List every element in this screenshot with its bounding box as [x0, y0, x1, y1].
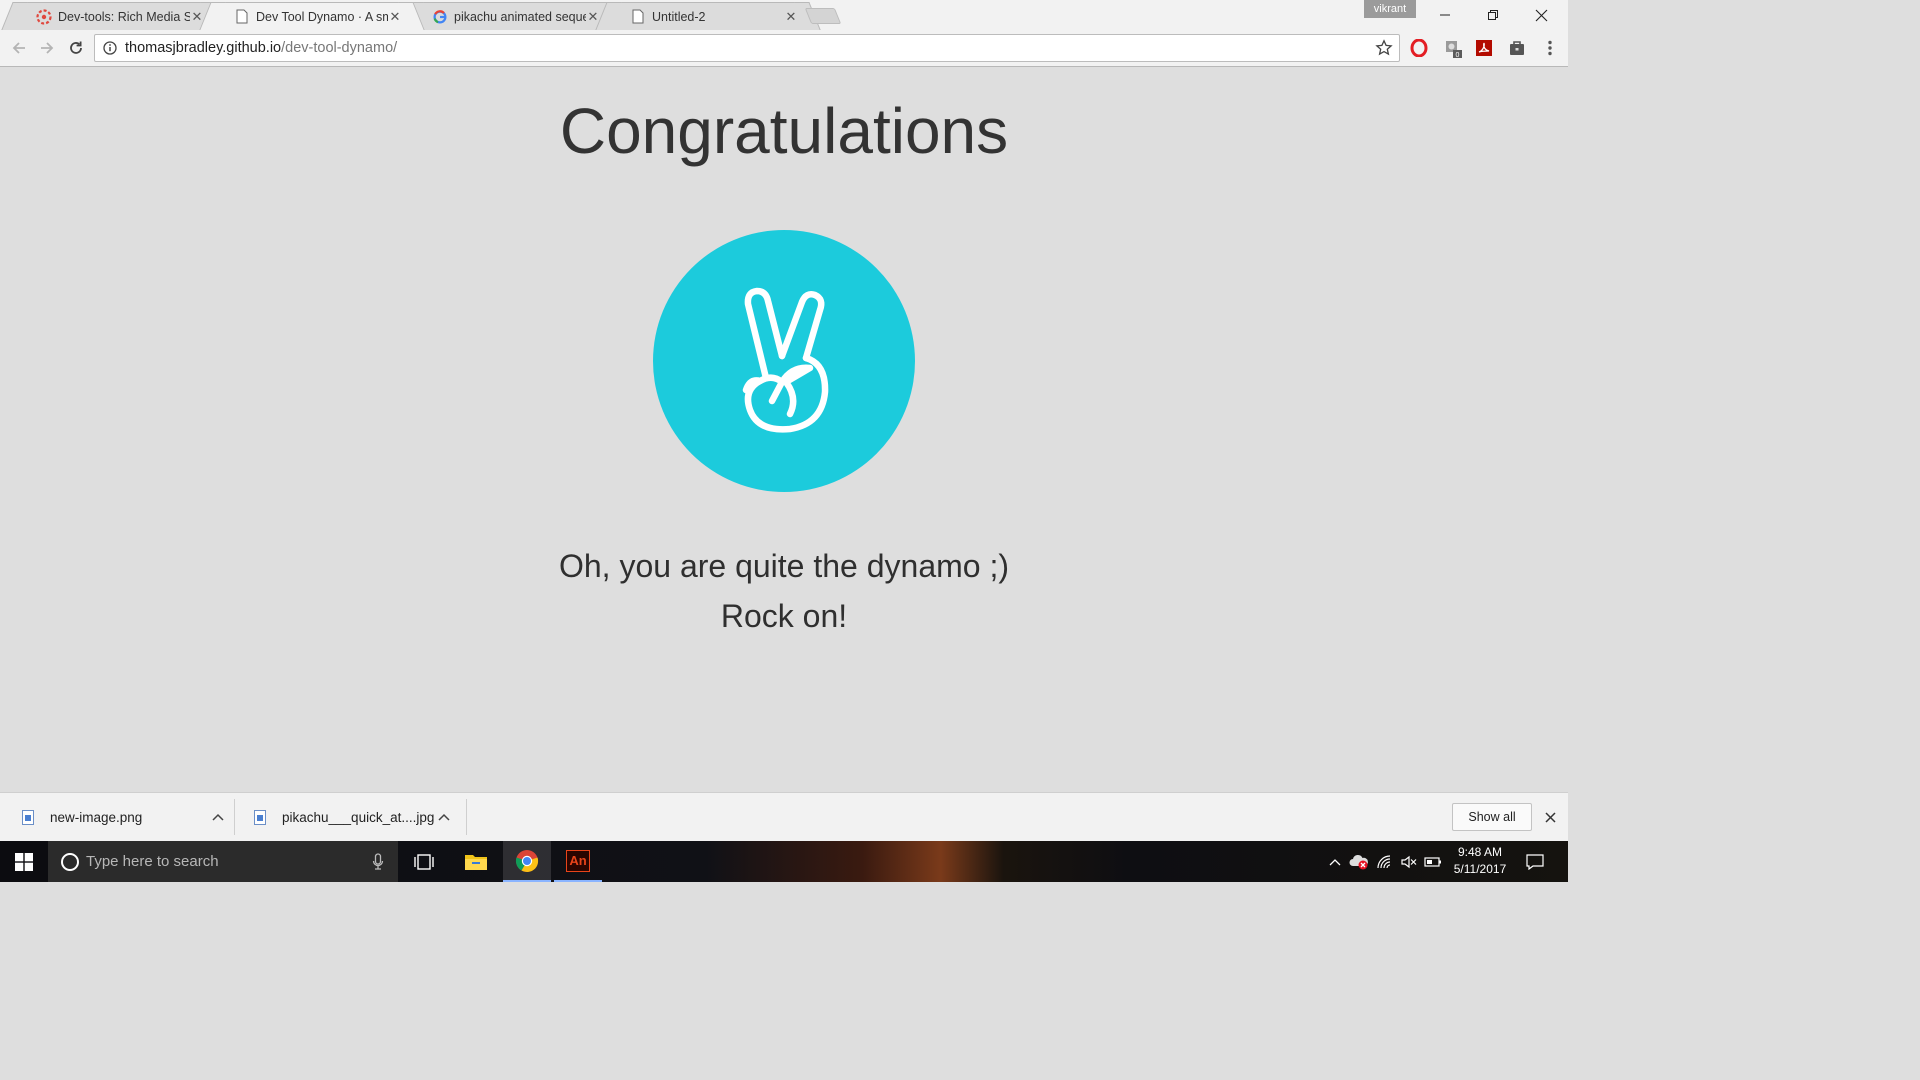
tab-pikachu-search[interactable]: pikachu animated sequer ✕ — [410, 2, 610, 30]
info-icon[interactable] — [103, 41, 117, 55]
close-window-button[interactable] — [1518, 0, 1564, 30]
minimize-icon — [1440, 14, 1450, 16]
microphone-icon[interactable] — [372, 852, 384, 871]
red-gear-icon — [36, 8, 52, 25]
tab-dev-tool-dynamo[interactable]: Dev Tool Dynamo · A sm ✕ — [212, 2, 412, 30]
tab-close-icon[interactable]: ✕ — [586, 9, 600, 25]
tab-title: Dev-tools: Rich Media Se — [58, 9, 190, 24]
page-icon — [234, 9, 250, 25]
restore-button[interactable] — [1470, 0, 1516, 30]
forward-button[interactable] — [33, 34, 61, 62]
tab-title: Dev Tool Dynamo · A sm — [256, 9, 388, 24]
profile-button[interactable]: vikrant — [1364, 0, 1416, 18]
download-shelf: new-image.png pikachu___quick_at....jpg … — [0, 792, 1568, 841]
opera-icon[interactable] — [1409, 38, 1429, 58]
show-hidden-icons-button[interactable] — [1326, 841, 1344, 882]
download-item-pikachu[interactable]: pikachu___quick_at....jpg — [254, 801, 450, 833]
tab-close-icon[interactable]: ✕ — [784, 9, 798, 25]
reload-button[interactable] — [62, 34, 90, 62]
windows-taskbar: Type here to search An 9:48 AM 5/11/2017 — [0, 841, 1568, 882]
animate-taskbar-button[interactable]: An — [554, 841, 602, 882]
tab-title: Untitled-2 — [652, 9, 706, 24]
extension-badge-icon[interactable]: 0 — [1443, 38, 1463, 58]
image-file-icon — [254, 809, 266, 825]
task-view-icon — [414, 853, 434, 870]
url-path: /dev-tool-dynamo/ — [281, 40, 398, 56]
download-filename: pikachu___quick_at....jpg — [282, 809, 435, 825]
file-explorer-icon — [465, 854, 487, 870]
dynamo-message: Oh, you are quite the dynamo ;) — [558, 548, 1010, 584]
browser-toolbar: thomasjbradley.github.io/dev-tool-dynamo… — [0, 30, 1568, 67]
show-all-button[interactable]: Show all — [1452, 803, 1532, 831]
file-explorer-button[interactable] — [452, 841, 500, 882]
chevron-up-icon — [1329, 858, 1341, 865]
taskbar-clock[interactable]: 9:48 AM 5/11/2017 — [1446, 844, 1514, 878]
address-bar[interactable]: thomasjbradley.github.io/dev-tool-dynamo… — [94, 34, 1400, 62]
more-vertical-icon — [1548, 40, 1552, 56]
briefcase-icon[interactable] — [1507, 38, 1527, 58]
divider — [234, 799, 235, 835]
page-icon — [630, 9, 646, 25]
notification-icon — [1526, 853, 1544, 870]
task-view-button[interactable] — [400, 841, 448, 882]
chrome-icon — [515, 849, 539, 872]
peace-hand-icon — [742, 287, 829, 433]
tab-title: pikachu animated sequer — [454, 9, 586, 24]
animate-icon: An — [566, 849, 590, 872]
page-content: Congratulations Oh, you are quite the dy… — [0, 68, 1568, 792]
tab-strip: Dev-tools: Rich Media Se ✕ Dev Tool Dyna… — [0, 0, 1568, 30]
search-placeholder: Type here to search — [86, 853, 219, 870]
peace-badge — [653, 230, 915, 492]
download-item-new-image[interactable]: new-image.png — [22, 801, 224, 833]
reload-icon — [70, 41, 82, 54]
tab-dev-tools[interactable]: Dev-tools: Rich Media Se ✕ — [14, 2, 214, 30]
start-button[interactable] — [0, 841, 48, 882]
back-button[interactable] — [5, 34, 33, 62]
divider — [466, 799, 467, 835]
close-shelf-button[interactable] — [1540, 805, 1560, 829]
new-tab-button[interactable] — [804, 8, 842, 24]
forward-arrow-icon — [41, 42, 54, 54]
volume-muted-icon[interactable] — [1398, 841, 1420, 882]
image-file-icon — [22, 809, 34, 825]
chevron-up-icon[interactable] — [212, 813, 224, 821]
url-host: thomasjbradley.github.io — [125, 40, 282, 56]
close-icon — [1535, 9, 1547, 21]
clock-time: 9:48 AM — [1457, 845, 1503, 859]
clock-date: 5/11/2017 — [1453, 862, 1507, 876]
minimize-button[interactable] — [1422, 0, 1468, 30]
google-icon — [432, 9, 448, 25]
chevron-up-icon[interactable] — [438, 813, 450, 821]
rock-on-message: Rock on! — [720, 598, 848, 634]
taskbar-search-box[interactable]: Type here to search — [48, 841, 398, 882]
windows-logo-icon — [15, 852, 33, 871]
chrome-taskbar-button[interactable] — [503, 841, 551, 882]
wifi-icon[interactable] — [1374, 841, 1396, 882]
cortana-circle-icon — [61, 852, 79, 871]
download-filename: new-image.png — [50, 809, 143, 825]
tab-close-icon[interactable]: ✕ — [388, 9, 402, 25]
close-icon — [1544, 811, 1556, 823]
page-heading: Congratulations — [559, 95, 1009, 167]
chrome-menu-button[interactable] — [1540, 38, 1560, 58]
back-arrow-icon — [12, 42, 25, 54]
tab-untitled-2[interactable]: Untitled-2 ✕ — [608, 2, 808, 30]
battery-icon[interactable] — [1422, 841, 1444, 882]
bookmark-star-icon[interactable] — [1375, 39, 1393, 57]
extension-badge-count: 0 — [1456, 52, 1460, 58]
acrobat-icon[interactable] — [1474, 38, 1494, 58]
restore-icon — [1488, 10, 1498, 20]
action-center-button[interactable] — [1520, 841, 1550, 882]
onedrive-error-icon[interactable] — [1348, 841, 1370, 882]
